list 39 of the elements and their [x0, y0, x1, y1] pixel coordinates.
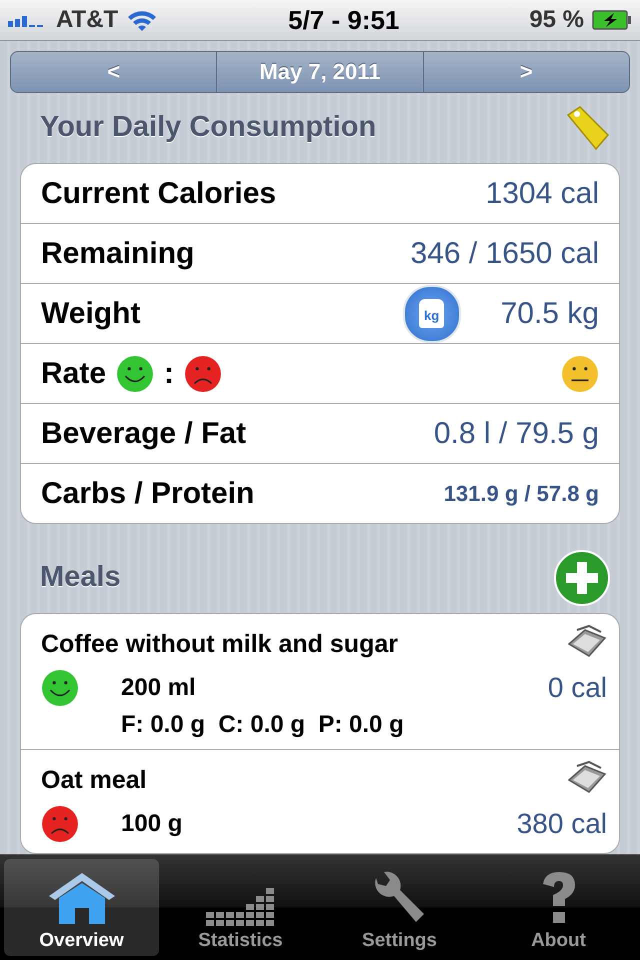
row-value: 70.5 kg: [500, 296, 599, 331]
row-label: Beverage / Fat: [41, 416, 246, 451]
sad-face-icon: [184, 354, 222, 393]
battery-percent: 95 %: [529, 6, 584, 34]
row-label: Carbs / Protein: [41, 476, 254, 511]
weight-button[interactable]: kg: [402, 284, 461, 343]
carrier-name: AT&T: [56, 6, 118, 34]
row-label: Rate: [41, 356, 106, 391]
section-title: Your Daily Consumption: [40, 111, 376, 144]
row-label: Current Calories: [41, 176, 276, 211]
happy-face-icon: [116, 354, 154, 393]
row-label: Remaining: [41, 236, 194, 271]
section-title: Meals: [40, 561, 121, 594]
row-value: 0.8 l / 79.5 g: [434, 416, 599, 451]
tab[interactable]: About: [481, 859, 636, 956]
battery-charging-icon: [592, 10, 632, 30]
row-value: 131.9 g / 57.8 g: [444, 480, 599, 507]
sad-face-icon: [41, 804, 79, 843]
meal-calories: 380 cal: [516, 808, 607, 840]
happy-face-icon: [41, 668, 79, 707]
tray-icon[interactable]: [567, 624, 607, 660]
row-value: 1304 cal: [486, 176, 599, 211]
tab[interactable]: Overview: [4, 859, 159, 956]
kg-weight-label: kg: [418, 299, 444, 328]
meal-nutrients: F: 0.0 g C: 0.0 g P: 0.0 g: [121, 710, 405, 739]
meal-name[interactable]: Coffee without milk and sugar: [41, 630, 548, 659]
add-icon[interactable]: [554, 550, 610, 606]
meal-calories: 0 cal: [548, 672, 607, 704]
meal-amount: 100 g: [121, 810, 184, 838]
tab[interactable]: Settings: [322, 859, 477, 956]
separator: :: [164, 356, 174, 391]
row-label: Weight: [41, 296, 140, 331]
tray-icon[interactable]: [567, 760, 607, 796]
neutral-face-icon: [561, 354, 599, 393]
tab[interactable]: Statistics: [163, 859, 318, 956]
row-value: 346 / 1650 cal: [410, 236, 599, 271]
meal-amount: 200 ml: [121, 674, 197, 702]
meal-name[interactable]: Oat meal: [41, 766, 517, 795]
clock: 5/7 - 9:51: [288, 4, 400, 36]
